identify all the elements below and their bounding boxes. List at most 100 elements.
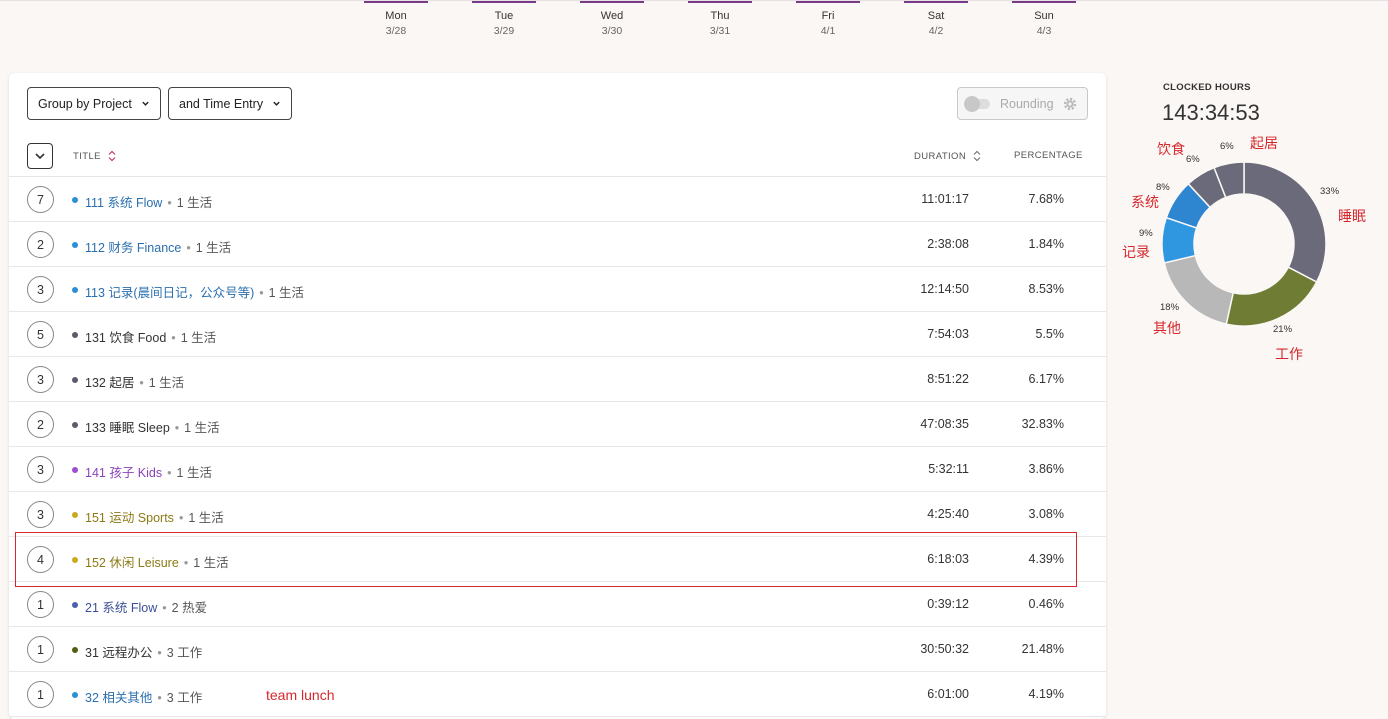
row-percentage: 0.46%	[1028, 597, 1064, 611]
client-name: 2 热爱	[171, 601, 208, 615]
client-name: 1 生活	[176, 196, 213, 210]
row-percentage: 4.39%	[1028, 552, 1064, 566]
project-name: 111 系统 Flow	[85, 196, 163, 210]
row-percentage: 3.08%	[1028, 507, 1064, 521]
separator-dot: •	[162, 601, 167, 615]
entry-count-badge[interactable]: 4	[27, 546, 54, 573]
row-percentage: 6.17%	[1028, 372, 1064, 386]
table-row[interactable]: 5 131 饮食 Food • 1 生活 7:54:03 5.5%	[9, 312, 1106, 357]
project-name: 151 运动 Sports	[85, 511, 174, 525]
slice-annotation: 记录	[1122, 244, 1150, 260]
row-title: 113 记录(晨间日记，公众号等) • 1 生活	[85, 282, 304, 301]
row-percentage: 7.68%	[1028, 192, 1064, 206]
table-row[interactable]: 4 152 休闲 Leisure • 1 生活 6:18:03 4.39%	[9, 537, 1106, 582]
table-row[interactable]: 3 151 运动 Sports • 1 生活 4:25:40 3.08%	[9, 492, 1106, 537]
rounding-toggle[interactable]: Rounding	[957, 87, 1088, 120]
donut-slice	[1225, 266, 1318, 327]
project-color-dot	[72, 377, 78, 383]
column-header-title[interactable]: TITLE	[73, 150, 116, 162]
slice-percent-label: 18%	[1160, 302, 1180, 313]
day-column-mon: Mon 3/28	[364, 1, 428, 37]
day-name: Fri	[821, 10, 835, 22]
project-name: 31 远程办公	[85, 646, 153, 660]
table-header: TITLE DURATION PERCENTAGE	[9, 137, 1106, 177]
clocked-hours-total: 143:34:53	[1162, 100, 1260, 125]
entry-count-badge[interactable]: 2	[27, 411, 54, 438]
sort-icon[interactable]	[108, 150, 116, 162]
entry-count-badge[interactable]: 5	[27, 321, 54, 348]
day-date: 4/1	[820, 25, 836, 37]
row-duration: 5:32:11	[928, 462, 969, 476]
table-row[interactable]: 1 21 系统 Flow • 2 热爱 0:39:12 0.46%	[9, 582, 1106, 627]
toggle-switch[interactable]	[964, 95, 990, 112]
project-name: 132 起居	[85, 376, 135, 390]
column-header-duration[interactable]: DURATION	[914, 150, 981, 162]
day-column-sat: Sat 4/2	[904, 1, 968, 37]
project-name: 113 记录(晨间日记，公众号等)	[85, 286, 255, 300]
table-row[interactable]: 2 112 财务 Finance • 1 生活 2:38:08 1.84%	[9, 222, 1106, 267]
then-by-dropdown[interactable]: and Time Entry	[168, 87, 293, 120]
title-header-label: TITLE	[73, 150, 101, 162]
table-row[interactable]: 2 133 睡眠 Sleep • 1 生活 47:08:35 32.83%	[9, 402, 1106, 447]
project-donut-chart	[1161, 161, 1327, 327]
project-name: 112 财务 Finance	[85, 241, 182, 255]
project-name: 152 休闲 Leisure	[85, 556, 179, 570]
day-name: Thu	[710, 10, 730, 22]
entry-count-badge[interactable]: 1	[27, 591, 54, 618]
day-column-tue: Tue 3/29	[472, 1, 536, 37]
entry-count-badge[interactable]: 2	[27, 231, 54, 258]
gear-icon[interactable]	[1062, 96, 1078, 112]
row-duration: 7:54:03	[927, 327, 969, 341]
slice-annotation: 起居	[1250, 135, 1278, 151]
row-title: 151 运动 Sports • 1 生活	[85, 507, 224, 526]
table-row[interactable]: 3 113 记录(晨间日记，公众号等) • 1 生活 12:14:50 8.53%	[9, 267, 1106, 312]
row-duration: 6:18:03	[927, 552, 969, 566]
project-color-dot	[72, 332, 78, 338]
table-row[interactable]: 3 132 起居 • 1 生活 8:51:22 6.17%	[9, 357, 1106, 402]
row-title: 152 休闲 Leisure • 1 生活	[85, 552, 229, 571]
day-name: Sat	[927, 10, 945, 22]
separator-dot: •	[171, 331, 176, 345]
row-duration: 30:50:32	[920, 642, 969, 656]
group-by-dropdown[interactable]: Group by Project	[27, 87, 161, 120]
collapse-all-button[interactable]	[27, 143, 53, 169]
entry-count-badge[interactable]: 3	[27, 366, 54, 393]
table-row[interactable]: 3 141 孩子 Kids • 1 生活 5:32:11 3.86%	[9, 447, 1106, 492]
sort-icon[interactable]	[973, 150, 981, 162]
table-row[interactable]: 1 31 远程办公 • 3 工作 30:50:32 21.48%	[9, 627, 1106, 672]
entry-count-badge[interactable]: 3	[27, 276, 54, 303]
entry-count-badge[interactable]: 1	[27, 681, 54, 708]
row-title: 21 系统 Flow • 2 热爱	[85, 597, 207, 616]
slice-annotation: 其他	[1153, 320, 1181, 336]
day-column-sun: Sun 4/3	[1012, 1, 1076, 37]
slice-percent-label: 33%	[1320, 186, 1340, 197]
client-name: 1 生活	[268, 286, 305, 300]
chevron-down-icon	[35, 153, 45, 160]
table-row[interactable]: 7 111 系统 Flow • 1 生活 11:01:17 7.68%	[9, 177, 1106, 222]
row-percentage: 3.86%	[1028, 462, 1064, 476]
separator-dot: •	[139, 376, 144, 390]
entry-count-badge[interactable]: 7	[27, 186, 54, 213]
separator-dot: •	[183, 556, 189, 570]
row-title: 32 相关其他 • 3 工作	[85, 687, 202, 706]
table-row[interactable]: 1 32 相关其他 • 3 工作 6:01:00 4.19%	[9, 672, 1106, 717]
row-title: 112 财务 Finance • 1 生活	[85, 237, 231, 256]
day-name: Mon	[385, 10, 407, 22]
day-date: 4/2	[928, 25, 944, 37]
annotation-note: team lunch	[266, 687, 335, 703]
client-name: 1 生活	[176, 466, 212, 480]
row-duration: 6:01:00	[927, 687, 969, 701]
row-duration: 2:38:08	[927, 237, 969, 251]
separator-dot: •	[259, 286, 264, 300]
day-name: Wed	[600, 10, 624, 22]
entry-count-badge[interactable]: 3	[27, 501, 54, 528]
day-date: 3/29	[493, 25, 515, 37]
client-name: 3 工作	[166, 646, 203, 660]
slice-annotation: 睡眠	[1338, 208, 1366, 224]
project-color-dot	[72, 647, 78, 653]
donut-slice	[1163, 254, 1235, 325]
entry-count-badge[interactable]: 1	[27, 636, 54, 663]
row-percentage: 8.53%	[1028, 282, 1064, 296]
row-duration: 47:08:35	[920, 417, 969, 431]
entry-count-badge[interactable]: 3	[27, 456, 54, 483]
